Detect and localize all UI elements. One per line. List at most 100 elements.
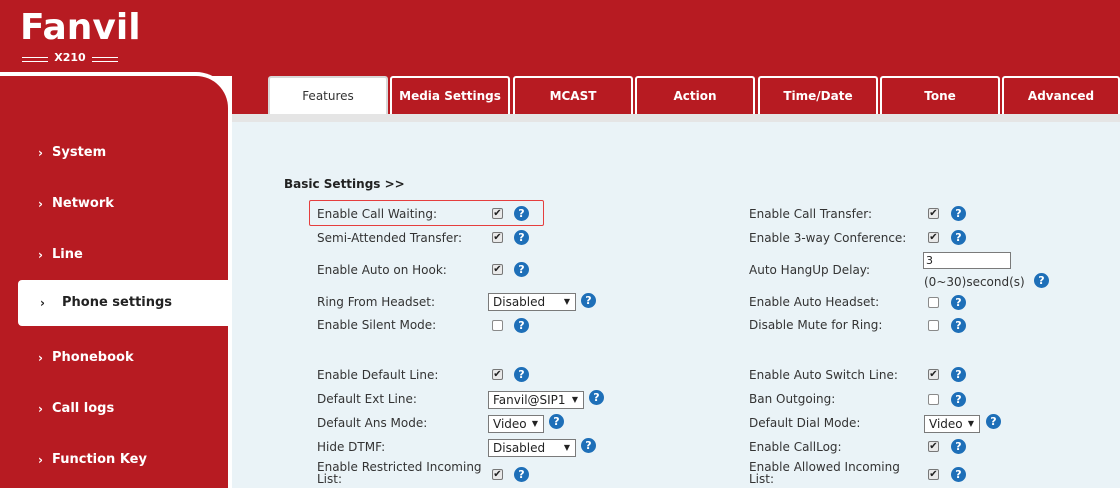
sidebar-item-label: Call logs bbox=[52, 401, 115, 416]
help-icon[interactable]: ? bbox=[514, 318, 529, 333]
enable-call-waiting-label: Enable Call Waiting: bbox=[317, 207, 437, 221]
tab-features[interactable]: Features bbox=[268, 76, 388, 114]
enable-calllog-label: Enable CallLog: bbox=[749, 440, 842, 454]
sidebar: › System › Network › Line › Phone settin… bbox=[0, 72, 232, 488]
enable-auto-headset-checkbox[interactable] bbox=[928, 297, 939, 308]
chevron-right-icon: › bbox=[38, 453, 43, 467]
sidebar-item-system[interactable]: › System bbox=[0, 130, 228, 176]
ring-from-headset-value: Disabled bbox=[493, 295, 546, 309]
help-icon[interactable]: ? bbox=[514, 262, 529, 277]
ring-from-headset-label: Ring From Headset: bbox=[317, 295, 436, 309]
enable-restricted-incoming-list-checkbox[interactable]: ✔ bbox=[492, 469, 503, 480]
help-icon[interactable]: ? bbox=[514, 367, 529, 382]
enable-silent-mode-checkbox[interactable] bbox=[492, 320, 503, 331]
enable-silent-mode-label: Enable Silent Mode: bbox=[317, 318, 437, 332]
tab-action[interactable]: Action bbox=[635, 76, 755, 114]
default-ans-mode-select[interactable]: Video ▼ bbox=[488, 415, 544, 433]
chevron-down-icon: ▼ bbox=[563, 297, 570, 306]
sidebar-item-network[interactable]: › Network bbox=[0, 181, 228, 227]
sidebar-item-label: Phonebook bbox=[52, 350, 134, 365]
enable-call-transfer-label: Enable Call Transfer: bbox=[749, 207, 872, 221]
chevron-right-icon: › bbox=[38, 146, 43, 160]
default-ans-mode-value: Video bbox=[493, 417, 527, 431]
chevron-down-icon: ▼ bbox=[531, 419, 538, 428]
sidebar-item-phone-settings[interactable]: › Phone settings bbox=[18, 280, 228, 326]
default-ext-line-label: Default Ext Line: bbox=[317, 392, 417, 406]
enable-3-way-conference-checkbox[interactable]: ✔ bbox=[928, 232, 939, 243]
help-icon[interactable]: ? bbox=[514, 206, 529, 221]
help-icon[interactable]: ? bbox=[581, 293, 596, 308]
help-icon[interactable]: ? bbox=[589, 390, 604, 405]
help-icon[interactable]: ? bbox=[986, 414, 1001, 429]
chevron-down-icon: ▼ bbox=[563, 443, 570, 452]
enable-allowed-incoming-list-checkbox[interactable]: ✔ bbox=[928, 469, 939, 480]
hide-dtmf-select[interactable]: Disabled ▼ bbox=[488, 439, 576, 457]
help-icon[interactable]: ? bbox=[951, 467, 966, 482]
sidebar-item-phonebook[interactable]: › Phonebook bbox=[0, 335, 228, 381]
enable-auto-headset-label: Enable Auto Headset: bbox=[749, 295, 880, 309]
chevron-right-icon: › bbox=[40, 296, 45, 310]
auto-hangup-delay-unit: (0~30)second(s) bbox=[924, 275, 1025, 289]
tab-mcast[interactable]: MCAST bbox=[513, 76, 633, 114]
default-dial-mode-select[interactable]: Video ▼ bbox=[924, 415, 980, 433]
tab-strip-divider bbox=[232, 114, 1120, 122]
chevron-down-icon: ▼ bbox=[571, 395, 578, 404]
semi-attended-transfer-checkbox[interactable]: ✔ bbox=[492, 232, 503, 243]
default-dial-mode-value: Video bbox=[929, 417, 963, 431]
sidebar-item-label: System bbox=[52, 145, 107, 160]
enable-auto-switch-line-checkbox[interactable]: ✔ bbox=[928, 369, 939, 380]
logo-brand: Fanvil bbox=[20, 7, 141, 48]
section-title-basic-settings: Basic Settings >> bbox=[284, 177, 405, 191]
default-dial-mode-label: Default Dial Mode: bbox=[749, 416, 861, 430]
sidebar-item-label: Line bbox=[52, 247, 83, 262]
enable-auto-on-hook-label: Enable Auto on Hook: bbox=[317, 263, 447, 277]
sidebar-item-function-key[interactable]: › Function Key bbox=[0, 437, 228, 483]
enable-default-line-label: Enable Default Line: bbox=[317, 368, 439, 382]
enable-auto-on-hook-checkbox[interactable]: ✔ bbox=[492, 264, 503, 275]
default-ext-line-value: Fanvil@SIP1 bbox=[493, 393, 566, 407]
chevron-right-icon: › bbox=[38, 351, 43, 365]
enable-auto-switch-line-label: Enable Auto Switch Line: bbox=[749, 368, 898, 382]
sidebar-item-call-logs[interactable]: › Call logs bbox=[0, 386, 228, 432]
help-icon[interactable]: ? bbox=[951, 392, 966, 407]
disable-mute-for-ring-label: Disable Mute for Ring: bbox=[749, 318, 883, 332]
help-icon[interactable]: ? bbox=[951, 367, 966, 382]
disable-mute-for-ring-checkbox[interactable] bbox=[928, 320, 939, 331]
help-icon[interactable]: ? bbox=[549, 414, 564, 429]
default-ans-mode-label: Default Ans Mode: bbox=[317, 416, 428, 430]
help-icon[interactable]: ? bbox=[951, 230, 966, 245]
help-icon[interactable]: ? bbox=[581, 438, 596, 453]
sidebar-item-line[interactable]: › Line bbox=[0, 232, 228, 278]
chevron-right-icon: › bbox=[38, 197, 43, 211]
sidebar-item-label: Phone settings bbox=[62, 295, 173, 310]
tab-tone[interactable]: Tone bbox=[880, 76, 1000, 114]
top-header: Fanvil X210 bbox=[0, 0, 1120, 76]
help-icon[interactable]: ? bbox=[1034, 273, 1049, 288]
sidebar-item-label: Network bbox=[52, 196, 114, 211]
help-icon[interactable]: ? bbox=[951, 439, 966, 454]
help-icon[interactable]: ? bbox=[951, 206, 966, 221]
help-icon[interactable]: ? bbox=[951, 295, 966, 310]
chevron-right-icon: › bbox=[38, 402, 43, 416]
logo-model: X210 bbox=[20, 51, 120, 65]
enable-call-transfer-checkbox[interactable]: ✔ bbox=[928, 208, 939, 219]
enable-default-line-checkbox[interactable]: ✔ bbox=[492, 369, 503, 380]
hide-dtmf-label: Hide DTMF: bbox=[317, 440, 386, 454]
sidebar-item-label: Function Key bbox=[52, 452, 147, 467]
tab-advanced[interactable]: Advanced bbox=[1002, 76, 1120, 114]
enable-calllog-checkbox[interactable]: ✔ bbox=[928, 441, 939, 452]
default-ext-line-select[interactable]: Fanvil@SIP1 ▼ bbox=[488, 391, 584, 409]
chevron-down-icon: ▼ bbox=[967, 419, 974, 428]
enable-restricted-incoming-list-label: Enable Restricted Incoming List: bbox=[317, 460, 482, 486]
help-icon[interactable]: ? bbox=[514, 230, 529, 245]
help-icon[interactable]: ? bbox=[951, 318, 966, 333]
hide-dtmf-value: Disabled bbox=[493, 441, 546, 455]
auto-hangup-delay-input[interactable]: 3 bbox=[923, 252, 1011, 269]
enable-call-waiting-checkbox[interactable]: ✔ bbox=[492, 208, 503, 219]
auto-hangup-delay-label: Auto HangUp Delay: bbox=[749, 263, 871, 277]
tab-media-settings[interactable]: Media Settings bbox=[390, 76, 510, 114]
tab-time-date[interactable]: Time/Date bbox=[758, 76, 878, 114]
ban-outgoing-checkbox[interactable] bbox=[928, 394, 939, 405]
help-icon[interactable]: ? bbox=[514, 467, 529, 482]
ring-from-headset-select[interactable]: Disabled ▼ bbox=[488, 293, 576, 311]
